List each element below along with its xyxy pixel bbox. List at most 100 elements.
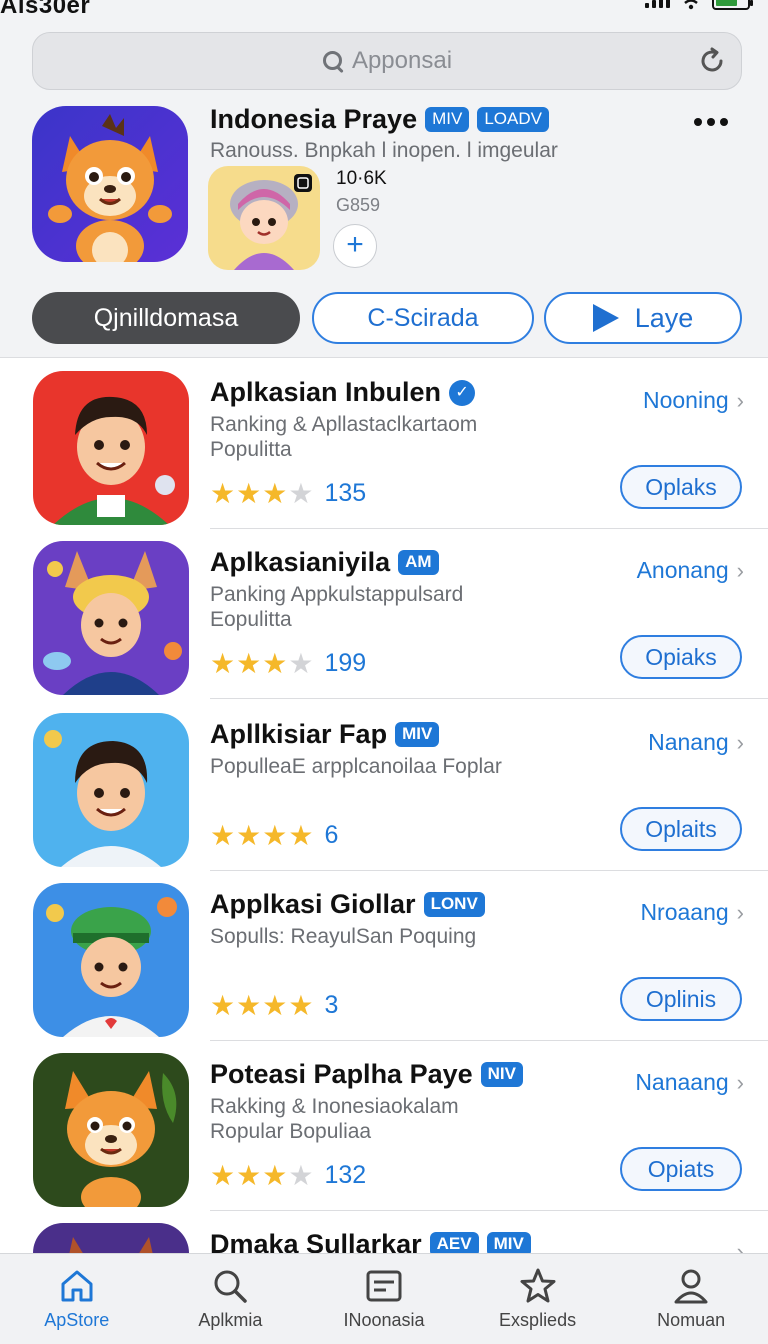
star-icon: ★ bbox=[262, 647, 288, 679]
list-item[interactable]: Aplkasian Inbulen ✓ Ranking & Apllastacl… bbox=[0, 359, 768, 529]
featured-app-icon[interactable] bbox=[32, 106, 188, 262]
app-icon[interactable] bbox=[33, 541, 189, 695]
app-description: Ranking & Apllastaclkartaom Populitta bbox=[210, 413, 478, 461]
tab-label: Nomuan bbox=[657, 1310, 726, 1330]
app-badge: NIV bbox=[480, 1062, 523, 1087]
search-bar[interactable]: Apponsai bbox=[32, 32, 742, 90]
more-options-icon[interactable] bbox=[694, 118, 728, 126]
app-icon[interactable] bbox=[33, 371, 189, 525]
app-title: Poteasi Paplha Paye bbox=[210, 1059, 473, 1089]
star-icon: ★ bbox=[210, 647, 236, 679]
chevron-right-icon: › bbox=[736, 729, 744, 755]
featured-count: 10·6K bbox=[336, 168, 387, 189]
app-title-row: Aplkasianiyila AM bbox=[210, 547, 439, 578]
tab-bar: ApStore Aplkmia INoonasia Exsplieds Nomu… bbox=[0, 1253, 768, 1344]
app-link-label: Nooning bbox=[642, 387, 729, 413]
app-description: Sopulls: ReayulSan Poquing bbox=[210, 925, 477, 948]
featured-code: G859 bbox=[336, 195, 381, 215]
get-button[interactable]: Oplinis bbox=[620, 977, 742, 1021]
app-title-row: Poteasi Paplha Paye NIV bbox=[210, 1059, 523, 1090]
get-button[interactable]: Oplaks bbox=[620, 465, 742, 509]
star-icon: ★ bbox=[288, 1159, 314, 1191]
segment-3[interactable]: Laye bbox=[544, 292, 742, 344]
app-link-label: Nroaang bbox=[640, 899, 729, 925]
rating: ★ ★ ★ ★ 6 bbox=[210, 821, 338, 850]
card-icon bbox=[366, 1270, 402, 1302]
list-item[interactable]: Applkasi Giollar LONV Sopulls: ReayulSan… bbox=[0, 871, 768, 1041]
list-item[interactable]: Poteasi Paplha Paye NIV Rakking & Inones… bbox=[0, 1041, 768, 1211]
get-button[interactable]: Oplaits bbox=[620, 807, 742, 851]
star-icon: ★ bbox=[288, 647, 314, 679]
status-bar: Ais30er bbox=[0, 0, 768, 22]
segment-3-label: Laye bbox=[634, 302, 694, 333]
list-item[interactable]: Aplkasianiyila AM Panking Appkulstappuls… bbox=[0, 529, 768, 699]
star-icon: ★ bbox=[262, 1159, 288, 1191]
tab-label: INoonasia bbox=[343, 1310, 425, 1330]
featured-badge-1: MIV bbox=[425, 107, 470, 132]
rating-count: 135 bbox=[324, 479, 367, 507]
app-title: Applkasi Giollar bbox=[210, 889, 416, 919]
star-icon: ★ bbox=[236, 647, 262, 679]
app-icon[interactable] bbox=[33, 1053, 189, 1207]
app-link-label: Nanaang bbox=[635, 1069, 729, 1095]
featured-secondary-app-icon[interactable] bbox=[208, 166, 320, 270]
star-icon: ★ bbox=[236, 819, 262, 851]
star-icon: ★ bbox=[288, 989, 314, 1021]
search-placeholder: Apponsai bbox=[351, 47, 453, 74]
tab-inoonasia[interactable]: INoonasia bbox=[307, 1254, 461, 1344]
rating: ★ ★ ★ ★ 135 bbox=[210, 479, 366, 508]
tab-label: ApStore bbox=[44, 1310, 110, 1330]
tab-exsplieds[interactable]: Exsplieds bbox=[461, 1254, 615, 1344]
segment-2[interactable]: C-Scirada bbox=[312, 292, 534, 344]
chevron-right-icon: › bbox=[736, 899, 744, 925]
app-icon[interactable] bbox=[33, 883, 189, 1037]
featured-title: Indonesia Praye bbox=[210, 104, 418, 134]
play-icon bbox=[592, 304, 619, 332]
app-link[interactable]: Anonang › bbox=[637, 557, 744, 584]
star-icon: ★ bbox=[262, 819, 288, 851]
app-link[interactable]: Nanaang › bbox=[635, 1069, 744, 1096]
star-icon: ★ bbox=[210, 477, 236, 509]
app-description: PopulleaE arpplcanoilaa Foplar bbox=[210, 755, 502, 778]
list-item[interactable]: Apllkisiar Fap MIV PopulleaE arpplcanoil… bbox=[0, 701, 768, 871]
app-title: Aplkasian Inbulen bbox=[210, 377, 442, 407]
tab-label: Exsplieds bbox=[499, 1310, 577, 1330]
app-badge: AM bbox=[398, 550, 439, 575]
featured-title-row: Indonesia Praye MIV LOADV bbox=[210, 104, 549, 135]
app-link[interactable]: Nroaang › bbox=[640, 899, 744, 926]
rating: ★ ★ ★ ★ 132 bbox=[210, 1161, 366, 1190]
star-icon: ★ bbox=[288, 477, 314, 509]
app-link[interactable]: Nooning › bbox=[643, 387, 744, 414]
header: Apponsai Indonesia Praye MIV LOADV Ranou… bbox=[0, 22, 768, 358]
featured-badge-2: LOADV bbox=[477, 107, 549, 132]
app-link-label: Anonang bbox=[636, 557, 729, 583]
rating-count: 199 bbox=[324, 649, 367, 677]
chevron-right-icon: › bbox=[736, 1069, 744, 1095]
star-icon: ★ bbox=[236, 1159, 262, 1191]
wifi-icon bbox=[681, 0, 701, 10]
refresh-icon[interactable] bbox=[697, 46, 727, 76]
app-title: Apllkisiar Fap bbox=[210, 719, 388, 749]
status-time: Ais30er bbox=[0, 0, 91, 19]
segment-control: Qjnilldomasa C-Scirada Laye bbox=[32, 292, 742, 346]
battery-icon bbox=[712, 0, 753, 10]
app-icon[interactable] bbox=[33, 713, 189, 867]
app-link[interactable]: Nanang › bbox=[648, 729, 744, 756]
get-button[interactable]: Opiaks bbox=[620, 635, 742, 679]
search-icon bbox=[322, 50, 344, 72]
app-title-row: Applkasi Giollar LONV bbox=[210, 889, 485, 920]
segment-1[interactable]: Qjnilldomasa bbox=[32, 292, 300, 344]
get-button[interactable]: Opiats bbox=[620, 1147, 742, 1191]
add-button[interactable]: + bbox=[333, 224, 377, 268]
chevron-right-icon: › bbox=[736, 387, 744, 413]
tab-aplkmia[interactable]: Aplkmia bbox=[154, 1254, 308, 1344]
star-icon: ★ bbox=[236, 477, 262, 509]
tab-appstore[interactable]: ApStore bbox=[0, 1254, 154, 1344]
featured-subtitle: Ranouss. Bnpkah l inopen. l imgeular bbox=[210, 139, 558, 162]
app-description: Rakking & Inonesiaokalam Ropular Bopulia… bbox=[210, 1095, 459, 1143]
tab-nomuan[interactable]: Nomuan bbox=[614, 1254, 768, 1344]
star-icon: ★ bbox=[210, 1159, 236, 1191]
person-icon bbox=[674, 1269, 708, 1304]
star-icon: ★ bbox=[262, 989, 288, 1021]
divider bbox=[210, 698, 768, 699]
